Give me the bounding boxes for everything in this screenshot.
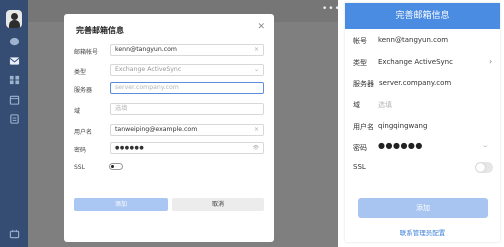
account-label: 邮箱帐号 [74, 49, 99, 56]
add-button[interactable]: 添加 [74, 198, 168, 211]
contact-admin-link[interactable]: 联系管理员配置 [345, 227, 500, 237]
ssl-label: SSL [74, 164, 85, 171]
mobile-domain-row[interactable]: 域 选填 [345, 95, 500, 115]
grid-icon[interactable] [8, 75, 20, 85]
account-label: 帐号 [353, 37, 367, 45]
chevron-right-icon: › [489, 57, 493, 66]
mobile-ssl-row: SSL [345, 158, 500, 178]
password-label: 密码 [353, 144, 367, 152]
settings-icon[interactable] [8, 229, 20, 239]
mobile-password-row[interactable]: 密码 ●●●●●● ⌣ [345, 138, 500, 158]
tasks-icon[interactable] [8, 114, 20, 124]
ssl-toggle[interactable] [475, 162, 493, 173]
domain-placeholder: 选填 [378, 101, 392, 109]
dialog-title: 完善邮箱信息 [76, 26, 124, 35]
username-field[interactable]: tanweiping@example.com × [110, 124, 264, 136]
password-value: ●●●●●● [378, 141, 423, 150]
add-button[interactable]: 添加 [358, 198, 488, 218]
app-sidebar [0, 0, 28, 247]
type-label: 类型 [74, 69, 87, 76]
close-icon[interactable]: ✕ [257, 22, 265, 32]
username-label: 用户名 [74, 129, 93, 136]
username-value: tanweiping@example.com [115, 126, 198, 133]
ssl-toggle[interactable] [109, 163, 123, 170]
mobile-type-row[interactable]: 类型 Exchange ActiveSync › [345, 53, 500, 73]
password-label: 密码 [74, 147, 87, 154]
mobile-account-row[interactable]: 帐号 kenn@tangyun.com [345, 31, 500, 51]
account-value: kenn@tangyun.com [115, 46, 177, 53]
calendar-icon[interactable] [8, 95, 20, 105]
account-field[interactable]: kenn@tangyun.com × [110, 44, 264, 56]
mobile-title: 完善邮箱信息 [345, 3, 500, 29]
ssl-label: SSL [353, 163, 366, 171]
eye-icon[interactable]: 👁 [253, 143, 259, 153]
server-value: server.company.com [379, 79, 452, 87]
type-label: 类型 [353, 59, 367, 67]
server-placeholder: server.company.com [115, 84, 179, 91]
domain-field[interactable]: 选填 [110, 103, 264, 115]
password-value: ●●●●●● [115, 145, 145, 151]
mail-icon[interactable] [8, 56, 20, 66]
mobile-panel: 完善邮箱信息 帐号 kenn@tangyun.com 类型 Exchange A… [345, 3, 500, 242]
server-label: 服务器 [74, 87, 93, 94]
password-field[interactable]: ●●●●●● 👁 [110, 142, 264, 154]
mobile-username-row[interactable]: 用户名 qingqingwang [345, 117, 500, 137]
clear-icon[interactable]: × [254, 125, 259, 135]
domain-placeholder: 选填 [115, 105, 128, 112]
server-field[interactable]: server.company.com [110, 82, 264, 94]
domain-label: 域 [353, 101, 360, 109]
domain-label: 域 [74, 108, 81, 115]
type-value: Exchange ActiveSync [115, 66, 182, 73]
type-select[interactable]: Exchange ActiveSync ⌄ [110, 64, 264, 76]
chat-icon[interactable] [8, 37, 20, 47]
account-value: kenn@tangyun.com [378, 36, 449, 44]
server-label: 服务器 [353, 80, 374, 88]
username-value: qingqingwang [378, 122, 428, 130]
cancel-button[interactable]: 取消 [172, 198, 264, 211]
clear-icon[interactable]: × [254, 45, 259, 55]
desktop-app: ••• 完善邮箱信息 ✕ 邮箱帐号 kenn@tangyun.com × 类型 … [0, 0, 338, 247]
username-label: 用户名 [353, 123, 374, 131]
eye-closed-icon[interactable]: ⌣ [483, 142, 488, 151]
email-setup-dialog: 完善邮箱信息 ✕ 邮箱帐号 kenn@tangyun.com × 类型 Exch… [64, 14, 274, 242]
mobile-server-row[interactable]: 服务器 server.company.com [345, 74, 500, 94]
chevron-down-icon: ⌄ [253, 66, 259, 73]
type-value: Exchange ActiveSync [378, 58, 453, 66]
more-dots-icon[interactable]: ••• [322, 5, 338, 14]
avatar[interactable] [6, 10, 22, 28]
